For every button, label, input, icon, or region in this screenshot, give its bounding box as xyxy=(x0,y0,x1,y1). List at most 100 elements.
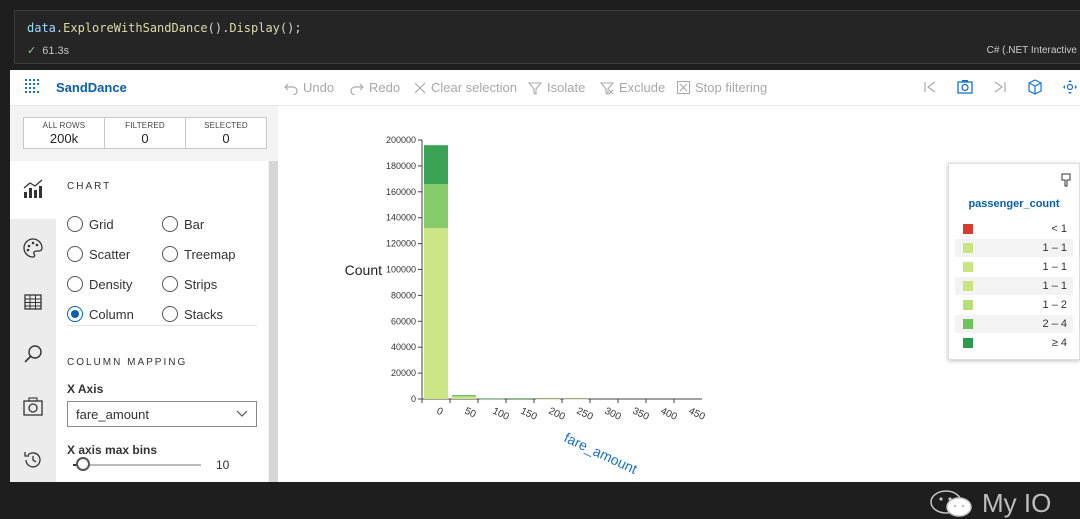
legend-pin-icon[interactable] xyxy=(1061,173,1071,187)
stacked-bar-segment[interactable] xyxy=(452,395,476,397)
max-bins-slider-track[interactable] xyxy=(73,464,201,466)
code-token: data xyxy=(27,21,56,35)
snapshot-camera-icon[interactable] xyxy=(957,79,973,95)
y-tick-label: 0 xyxy=(411,394,416,404)
stacked-bar-segment[interactable] xyxy=(564,398,588,400)
radio-button[interactable] xyxy=(162,276,178,292)
chart-type-strips[interactable]: Strips xyxy=(162,276,217,292)
execution-time: 61.3s xyxy=(42,45,70,57)
legend-item[interactable]: 1 – 1 xyxy=(955,258,1073,276)
stacked-bar-segment[interactable] xyxy=(480,398,504,400)
watermark-text: My IO xyxy=(982,488,1052,518)
exclude-label: Exclude xyxy=(619,80,666,95)
radio-button[interactable] xyxy=(67,246,83,262)
undo-icon xyxy=(284,83,298,95)
radio-label: Grid xyxy=(89,216,114,232)
chart-type-grid[interactable]: Grid xyxy=(67,216,114,232)
legend-item[interactable]: < 1 xyxy=(955,220,1073,238)
sidebar-scrollbar[interactable] xyxy=(269,161,278,482)
filter-exclude-icon xyxy=(600,81,614,95)
y-tick-label: 20000 xyxy=(391,368,416,378)
radio-button[interactable] xyxy=(67,276,83,292)
stacked-bar-segment[interactable] xyxy=(424,184,448,229)
chart-type-scatter[interactable]: Scatter xyxy=(67,246,130,262)
x-axis-dropdown[interactable]: fare_amount xyxy=(67,401,257,427)
section-divider xyxy=(67,325,257,326)
notebook-cell: data.ExploreWithSandDance().Display(); ✓… xyxy=(0,0,1080,70)
stacked-bar-segment[interactable] xyxy=(536,398,560,400)
legend-item[interactable]: ≥ 4 xyxy=(955,334,1073,352)
watermark: My IO xyxy=(928,488,1051,519)
radio-button[interactable] xyxy=(162,306,178,322)
code-line[interactable]: data.ExploreWithSandDance().Display(); xyxy=(27,21,302,35)
search-icon[interactable] xyxy=(22,343,44,365)
exclude-button[interactable]: Exclude xyxy=(600,80,665,95)
skip-last-icon[interactable] xyxy=(992,79,1008,95)
radio-button[interactable] xyxy=(162,216,178,232)
code-token: Display xyxy=(229,21,280,35)
code-token: (); xyxy=(279,21,302,35)
count-selected[interactable]: SELECTED 0 xyxy=(186,118,266,148)
undo-label: Undo xyxy=(303,80,335,95)
cube-3d-icon[interactable] xyxy=(1027,79,1043,95)
y-axis-label: Count xyxy=(345,262,382,278)
stacked-bar-segment[interactable] xyxy=(424,145,448,185)
stop-filtering-button[interactable]: Stop filtering xyxy=(677,80,767,95)
legend-title[interactable]: passenger_count xyxy=(949,198,1079,210)
y-tick-label: 100000 xyxy=(386,265,416,275)
stacked-bar-segment[interactable] xyxy=(424,228,448,399)
count-label: FILTERED xyxy=(125,121,165,130)
chart-type-treemap[interactable]: Treemap xyxy=(162,246,236,262)
max-bins-slider-thumb[interactable] xyxy=(76,457,91,471)
stacked-bar-segment[interactable] xyxy=(508,398,532,400)
legend-item[interactable]: 1 – 2 xyxy=(955,296,1073,314)
pan-icon[interactable] xyxy=(1062,79,1078,95)
code-cell[interactable]: data.ExploreWithSandDance().Display(); ✓… xyxy=(14,10,1080,64)
chart-type-stacks[interactable]: Stacks xyxy=(162,306,223,322)
chart-icon[interactable] xyxy=(22,178,44,200)
legend-label: 1 – 1 xyxy=(1042,242,1067,254)
stacked-bar-segment[interactable] xyxy=(452,396,476,399)
filter-icon xyxy=(528,81,542,95)
undo-button[interactable]: Undo xyxy=(284,80,334,95)
legend-label: 1 – 1 xyxy=(1042,261,1067,273)
legend-item[interactable]: 1 – 1 xyxy=(955,239,1073,257)
kernel-label[interactable]: C# (.NET Interactive xyxy=(987,45,1077,56)
clear-selection-button[interactable]: Clear selection xyxy=(414,80,517,95)
row-counts: ALL ROWS 200k FILTERED 0 SELECTED 0 xyxy=(23,117,267,149)
x-tick-label: 200 xyxy=(547,406,567,423)
color-legend[interactable]: passenger_count < 1 1 – 1 1 – 1 1 – 1 1 – 2 2… xyxy=(948,163,1080,360)
code-token: (). xyxy=(207,21,230,35)
count-filtered[interactable]: FILTERED 0 xyxy=(105,118,186,148)
isolate-button[interactable]: Isolate xyxy=(528,80,585,95)
legend-item[interactable]: 1 – 1 xyxy=(955,277,1073,295)
x-axis-label: fare_amount xyxy=(562,429,640,477)
history-icon[interactable] xyxy=(22,449,44,471)
snapshot-icon[interactable] xyxy=(22,396,44,418)
chart-type-bar[interactable]: Bar xyxy=(162,216,204,232)
radio-label: Column xyxy=(89,306,134,322)
chart-type-density[interactable]: Density xyxy=(67,276,132,292)
max-bins-value: 10 xyxy=(216,458,230,472)
max-bins-label: X axis max bins xyxy=(67,443,158,457)
close-icon xyxy=(414,82,426,93)
stacked-bar-segment[interactable] xyxy=(452,395,476,396)
y-tick-label: 120000 xyxy=(386,239,416,249)
column-mapping-heading: COLUMN MAPPING xyxy=(67,357,188,368)
skip-first-icon[interactable] xyxy=(922,79,938,95)
color-palette-icon[interactable] xyxy=(22,237,44,259)
count-all-rows[interactable]: ALL ROWS 200k xyxy=(24,118,105,148)
legend-item[interactable]: 2 – 4 xyxy=(955,315,1073,333)
data-table-icon[interactable] xyxy=(22,291,44,313)
radio-button[interactable] xyxy=(67,216,83,232)
wechat-icon xyxy=(930,489,972,517)
radio-button[interactable] xyxy=(162,246,178,262)
x-axis-selected-value: fare_amount xyxy=(76,407,149,422)
chart-type-column[interactable]: Column xyxy=(67,306,134,322)
radio-label: Stacks xyxy=(184,306,224,322)
radio-button-selected[interactable] xyxy=(67,306,83,322)
radio-label: Strips xyxy=(184,276,218,292)
redo-button[interactable]: Redo xyxy=(350,80,400,95)
radio-label: Density xyxy=(89,276,133,292)
sidebar-icon-rail xyxy=(10,161,56,482)
